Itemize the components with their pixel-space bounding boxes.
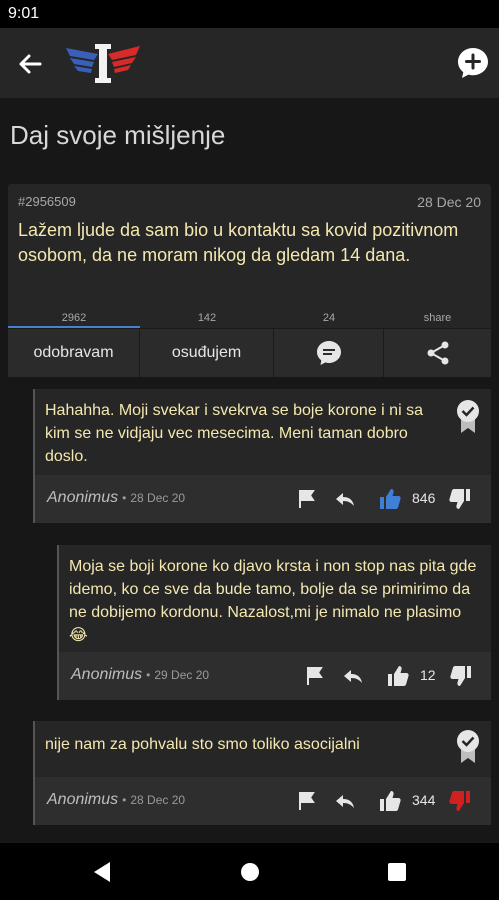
page-title: Daj svoje mišljenje <box>10 120 226 150</box>
add-comment-icon[interactable] <box>456 46 490 80</box>
comment-author: Anonimus • 28 Dec 20 <box>47 489 185 507</box>
comment-footer: Anonimus • 29 Dec 20 12 <box>59 652 491 700</box>
comment-count: 24 <box>322 312 336 324</box>
app-logo <box>66 44 140 83</box>
thumbs-down-icon[interactable] <box>448 789 472 813</box>
nav-home-icon[interactable] <box>237 859 263 885</box>
flag-icon[interactable] <box>295 789 319 813</box>
post-stats: 2962 142 24 share <box>8 308 491 328</box>
author-name: Anonimus <box>47 791 119 808</box>
comment-text: Hahahha. Moji svekar i svekrva se boje k… <box>45 402 423 465</box>
comment-text: Moja se boji korone ko djavo krsta i non… <box>69 558 477 644</box>
verified-badge-icon <box>457 400 479 433</box>
comment-button[interactable] <box>274 329 384 377</box>
post-actions: odobravam osuđujem <box>8 328 491 377</box>
comment-card: Moja se boji korone ko djavo krsta i non… <box>57 545 491 700</box>
separator-dot: • <box>146 668 151 682</box>
separator-dot: • <box>122 491 127 505</box>
post-card: #2956509 28 Dec 20 Lažem ljude da sam bi… <box>8 184 491 377</box>
share-button[interactable] <box>384 329 491 377</box>
comment-date: 29 Dec 20 <box>154 668 210 682</box>
post-text: Lažem ljude da sam bio u kontaktu sa kov… <box>18 220 459 265</box>
flag-icon[interactable] <box>295 487 319 511</box>
comment-footer: Anonimus • 28 Dec 20 846 <box>35 475 491 523</box>
thumbs-up-icon[interactable] <box>378 487 402 511</box>
like-count: 12 <box>420 667 436 683</box>
comment-bubble-icon <box>316 341 341 365</box>
thumbs-up-icon[interactable] <box>386 664 410 688</box>
reply-icon[interactable] <box>333 789 357 813</box>
approve-count: 2962 <box>61 312 87 324</box>
share-label: share <box>423 312 452 324</box>
comment-card: Hahahha. Moji svekar i svekrva se boje k… <box>33 389 491 523</box>
author-name: Anonimus <box>47 489 119 506</box>
nav-recents-icon[interactable] <box>384 859 410 885</box>
comment-date: 28 Dec 20 <box>130 793 186 807</box>
comment-author: Anonimus • 29 Dec 20 <box>71 666 209 684</box>
thumbs-up-icon[interactable] <box>378 789 402 813</box>
nav-back-icon[interactable] <box>90 859 116 885</box>
system-nav-bar <box>0 843 499 900</box>
back-arrow-icon[interactable] <box>14 48 46 80</box>
post-id: #2956509 <box>18 194 76 209</box>
comment-text: nije nam za pohvalu sto smo toliko asoci… <box>45 736 360 753</box>
flag-icon[interactable] <box>303 664 327 688</box>
thumbs-down-icon[interactable] <box>448 487 472 511</box>
app-bar <box>0 28 499 98</box>
approve-button[interactable]: odobravam <box>8 329 140 377</box>
thumbs-down-icon[interactable] <box>449 664 473 688</box>
post-date: 28 Dec 20 <box>417 194 481 210</box>
separator-dot: • <box>122 793 127 807</box>
like-count: 344 <box>412 792 436 808</box>
share-icon <box>427 341 448 365</box>
condemn-button[interactable]: osuđujem <box>140 329 274 377</box>
author-name: Anonimus <box>71 666 143 683</box>
status-time: 9:01 <box>8 5 40 22</box>
comment-footer: Anonimus • 28 Dec 20 344 <box>35 777 491 825</box>
reply-icon[interactable] <box>341 664 365 688</box>
reply-icon[interactable] <box>333 487 357 511</box>
comment-card: nije nam za pohvalu sto smo toliko asoci… <box>33 721 491 825</box>
comment-author: Anonimus • 28 Dec 20 <box>47 791 185 809</box>
status-bar: 9:01 <box>0 0 499 28</box>
condemn-count: 142 <box>197 312 217 324</box>
verified-badge-icon <box>457 730 479 763</box>
comment-date: 28 Dec 20 <box>130 491 186 505</box>
like-count: 846 <box>412 490 436 506</box>
